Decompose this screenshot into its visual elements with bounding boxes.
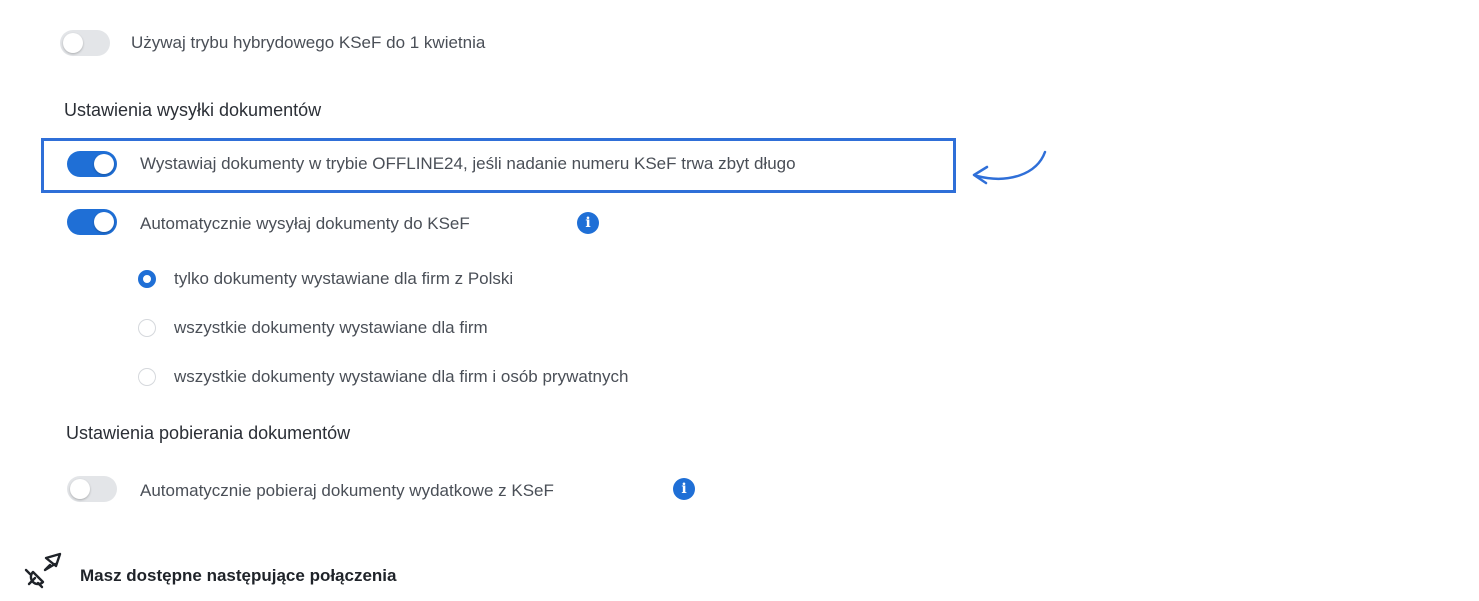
send-scope-radio-poland[interactable] — [138, 270, 156, 288]
hybrid-mode-label: Używaj trybu hybrydowego KSeF do 1 kwiet… — [131, 33, 486, 52]
toggle-knob — [94, 212, 114, 232]
send-scope-option-label: wszystkie dokumenty wystawiane dla firm … — [174, 367, 629, 386]
sending-settings-heading: Ustawienia wysyłki dokumentów — [64, 100, 322, 120]
connections-title: Masz dostępne następujące połączenia — [80, 566, 397, 585]
auto-send-label: Automatycznie wysyłaj dokumenty do KSeF — [140, 214, 470, 233]
auto-send-toggle[interactable] — [67, 209, 117, 235]
hybrid-mode-toggle[interactable] — [60, 30, 110, 56]
send-scope-option-label: tylko dokumenty wystawiane dla firm z Po… — [174, 269, 514, 288]
offline24-toggle[interactable] — [67, 151, 117, 177]
auto-download-label: Automatycznie pobieraj dokumenty wydatko… — [140, 481, 554, 500]
toggle-knob — [94, 154, 114, 174]
info-icon[interactable]: i — [577, 212, 599, 234]
download-settings-heading: Ustawienia pobierania dokumentów — [66, 423, 351, 443]
send-scope-option-label: wszystkie dokumenty wystawiane dla firm — [174, 318, 488, 337]
send-scope-radio-all-companies-and-individuals[interactable] — [138, 368, 156, 386]
plug-connection-icon — [24, 552, 62, 589]
offline24-label: Wystawiaj dokumenty w trybie OFFLINE24, … — [140, 154, 796, 173]
curved-arrow-icon — [972, 150, 1047, 185]
send-scope-radio-all-companies[interactable] — [138, 319, 156, 337]
info-icon[interactable]: i — [673, 478, 695, 500]
auto-download-toggle[interactable] — [67, 476, 117, 502]
toggle-knob — [63, 33, 83, 53]
toggle-knob — [70, 479, 90, 499]
